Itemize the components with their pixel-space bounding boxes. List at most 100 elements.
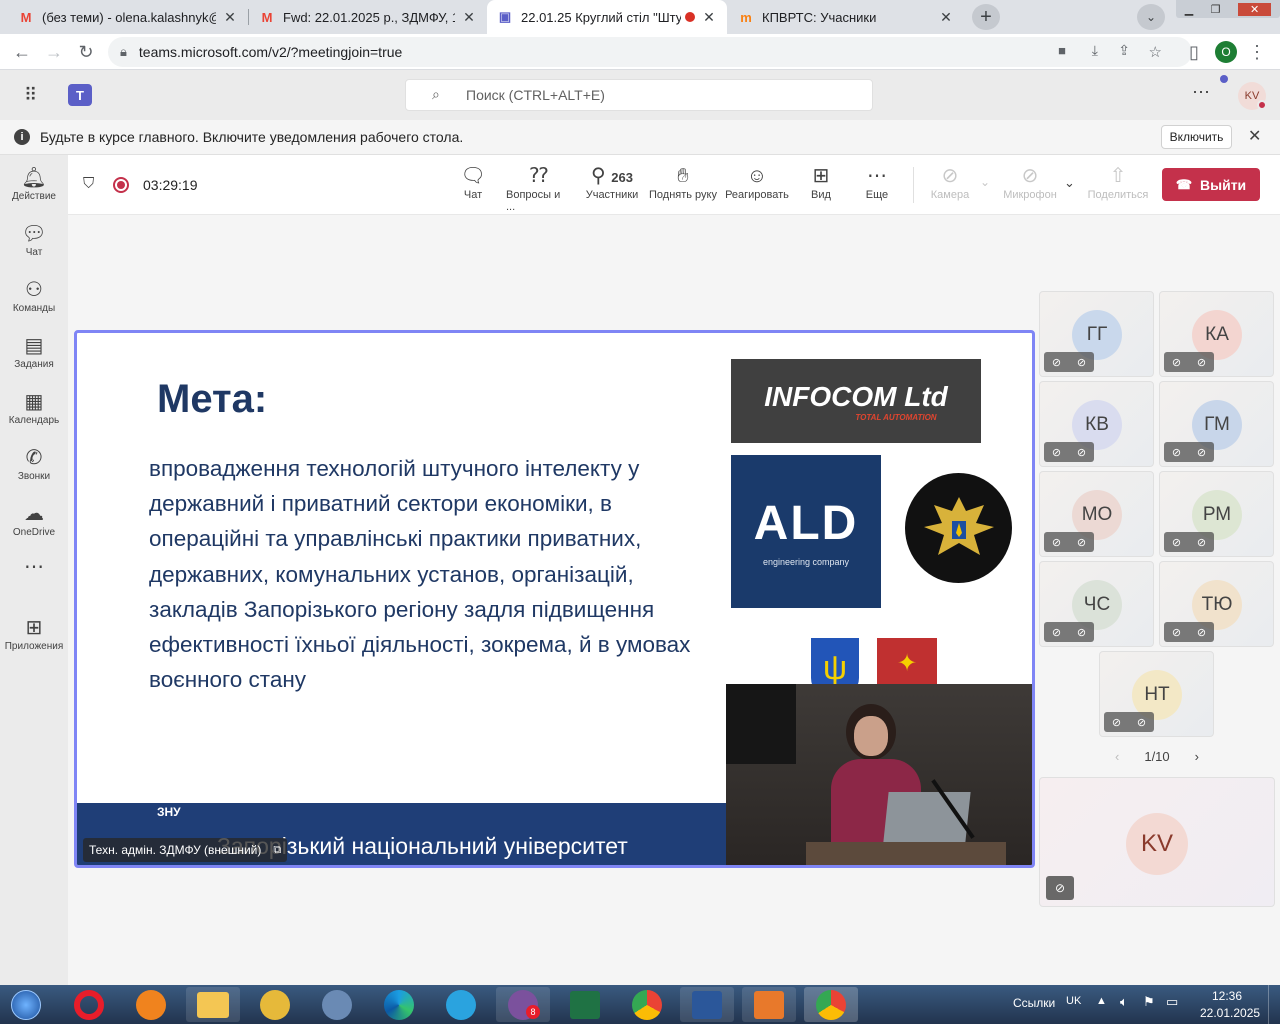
- flag-icon[interactable]: ⚑: [1143, 994, 1155, 1010]
- address-bar[interactable]: 🔒︎ teams.microsoft.com/v2/?meetingjoin=t…: [108, 37, 1192, 67]
- chevron-right-icon[interactable]: ›: [1195, 749, 1199, 764]
- mic-off-icon: ⊘: [1196, 536, 1207, 549]
- chevron-down-icon[interactable]: ⌄: [980, 175, 990, 189]
- more-options-icon[interactable]: ⋯: [1192, 82, 1210, 103]
- rail-item-onedrive[interactable]: ☁︎ OneDrive: [0, 491, 68, 547]
- star-icon[interactable]: ☆: [1149, 43, 1162, 61]
- muted-indicator: ⊘ ⊘: [1044, 622, 1094, 642]
- word-taskbar-button[interactable]: [680, 987, 734, 1022]
- muted-indicator: ⊘ ⊘: [1164, 532, 1214, 552]
- edge-taskbar-button[interactable]: [372, 987, 426, 1022]
- participant-tile[interactable]: НТ ⊘ ⊘: [1099, 651, 1214, 737]
- camera-button[interactable]: ⊘ Камера: [930, 163, 970, 201]
- search-placeholder: Поиск (CTRL+ALT+E): [466, 87, 605, 103]
- leave-button[interactable]: ☎ Выйти: [1162, 168, 1260, 201]
- bell-icon: 🔔︎: [21, 166, 47, 189]
- share-button[interactable]: ⇧ Поделиться: [1088, 163, 1149, 201]
- search-input[interactable]: ⌕ Поиск (CTRL+ALT+E): [405, 79, 873, 111]
- more-button[interactable]: ⋯ Еще: [863, 163, 891, 201]
- participant-tile[interactable]: ЧС ⊘ ⊘: [1039, 561, 1154, 647]
- page-indicator: 1/10: [1144, 748, 1170, 764]
- close-icon[interactable]: ✕: [1248, 126, 1261, 146]
- rail-item-calendar[interactable]: ▦ Календарь: [0, 379, 68, 435]
- search-app-taskbar-button[interactable]: [310, 987, 364, 1022]
- back-icon[interactable]: ←: [10, 40, 34, 64]
- close-icon[interactable]: ✕: [938, 9, 954, 26]
- forward-icon[interactable]: →: [42, 40, 66, 64]
- network-icon[interactable]: ▭: [1166, 994, 1178, 1010]
- start-button[interactable]: [0, 987, 52, 1022]
- app-icon: [260, 989, 290, 1020]
- close-icon[interactable]: ✕: [701, 9, 717, 26]
- chat-icon: 💬︎: [21, 222, 47, 245]
- participant-tile[interactable]: РМ ⊘ ⊘: [1159, 471, 1274, 557]
- explorer-taskbar-button[interactable]: [186, 987, 240, 1022]
- links-toolbar-label[interactable]: Ссылки: [1013, 996, 1055, 1010]
- chrome-taskbar-button[interactable]: [620, 987, 674, 1022]
- react-button[interactable]: ☺ Реагировать: [724, 163, 790, 201]
- pdf-taskbar-button[interactable]: [742, 987, 796, 1022]
- browser-tab-teams[interactable]: ▣ 22.01.25 Круглий стіл "Штуч ✕: [487, 0, 727, 34]
- close-icon[interactable]: ✕: [461, 9, 477, 26]
- restore-button[interactable]: ❐: [1211, 3, 1221, 16]
- clock-time[interactable]: 12:36: [1212, 989, 1242, 1003]
- button-label: Участники: [585, 189, 639, 201]
- install-icon[interactable]: ⤓: [1092, 42, 1098, 59]
- app-launcher-icon[interactable]: ⠿: [24, 85, 38, 106]
- rail-item-teams[interactable]: ⚇ Команды: [0, 267, 68, 323]
- minimize-button[interactable]: ▁: [1185, 3, 1193, 16]
- side-panel-icon[interactable]: ▯: [1182, 40, 1206, 64]
- chrome-menu-icon[interactable]: ⋮: [1245, 40, 1269, 64]
- show-desktop-button[interactable]: [1268, 985, 1280, 1024]
- reload-icon[interactable]: ↻: [74, 40, 98, 64]
- excel-taskbar-button[interactable]: [558, 987, 612, 1022]
- browser-tab-gmail-2[interactable]: M Fwd: 22.01.2025 р., ЗДМФУ, 12:0 ✕: [249, 0, 487, 34]
- participant-tile[interactable]: КВ ⊘ ⊘: [1039, 381, 1154, 467]
- app-taskbar-button[interactable]: [248, 987, 302, 1022]
- window-close-button[interactable]: ✕: [1238, 2, 1272, 16]
- chevron-down-icon[interactable]: ⌄: [1064, 175, 1075, 191]
- chrome-profile-taskbar-button[interactable]: [804, 987, 858, 1022]
- browser-tab-moodle[interactable]: m КПВРТС: Учасники ✕: [728, 0, 964, 34]
- raise-hand-button[interactable]: ✋︎ Поднять руку: [648, 163, 718, 201]
- rail-more-button[interactable]: ⋯: [0, 547, 68, 587]
- language-indicator[interactable]: UK: [1066, 995, 1081, 1007]
- profile-avatar[interactable]: O: [1215, 41, 1237, 63]
- rail-item-apps[interactable]: ⊞ Приложения: [0, 605, 68, 661]
- participant-tile[interactable]: ГГ ⊘ ⊘: [1039, 291, 1154, 377]
- volume-icon[interactable]: 🔈︎: [1120, 994, 1128, 1010]
- telegram-taskbar-button[interactable]: [434, 987, 488, 1022]
- windows-logo-icon: [11, 989, 41, 1020]
- opera-taskbar-button[interactable]: [62, 987, 116, 1022]
- participants-button[interactable]: ⚲ 263 Участники: [585, 163, 639, 201]
- camera-in-use-icon[interactable]: ■: [1058, 43, 1066, 58]
- participant-tile[interactable]: КА ⊘ ⊘: [1159, 291, 1274, 377]
- tray-chevron-icon[interactable]: ▲: [1096, 995, 1107, 1007]
- viber-taskbar-button[interactable]: 8: [496, 987, 550, 1022]
- clock-date[interactable]: 22.01.2025: [1200, 1006, 1260, 1020]
- tab-search-button[interactable]: ⌄: [1137, 4, 1165, 30]
- participants-pagination: ‹ 1/10 ›: [1115, 746, 1199, 766]
- browser-tab-gmail-1[interactable]: M (без теми) - olena.kalashnyk@pc ✕: [8, 0, 248, 34]
- rail-item-activity[interactable]: 🔔︎ Действие: [0, 155, 68, 211]
- self-video-tile[interactable]: KV ⊘: [1039, 777, 1275, 907]
- recording-dot-icon: [685, 12, 695, 22]
- rail-item-calls[interactable]: ✆ Звонки: [0, 435, 68, 491]
- infocom-logo: INFOCOM Ltd TOTAL AUTOMATION: [731, 359, 981, 443]
- edge-legacy-taskbar-button[interactable]: [124, 987, 178, 1022]
- new-tab-button[interactable]: +: [972, 4, 1000, 30]
- qa-button[interactable]: ⁇ Вопросы и ...: [506, 163, 572, 213]
- chat-button[interactable]: 🗨︎ Чат: [460, 163, 485, 201]
- share-icon[interactable]: ⇪: [1118, 42, 1130, 59]
- chevron-left-icon[interactable]: ‹: [1115, 749, 1119, 764]
- rail-item-chat[interactable]: 💬︎ Чат: [0, 211, 68, 267]
- microphone-button[interactable]: ⊘ Микрофон: [1002, 163, 1058, 201]
- close-icon[interactable]: ✕: [222, 9, 238, 26]
- participant-tile[interactable]: ТЮ ⊘ ⊘: [1159, 561, 1274, 647]
- view-button[interactable]: ⊞ Вид: [808, 163, 834, 201]
- rail-item-assignments[interactable]: ▤ Задания: [0, 323, 68, 379]
- enable-notifications-button[interactable]: Включить: [1161, 125, 1232, 149]
- participant-tile[interactable]: ГМ ⊘ ⊘: [1159, 381, 1274, 467]
- slide-body: впровадження технологій штучного інтелек…: [149, 456, 691, 693]
- participant-tile[interactable]: МО ⊘ ⊘: [1039, 471, 1154, 557]
